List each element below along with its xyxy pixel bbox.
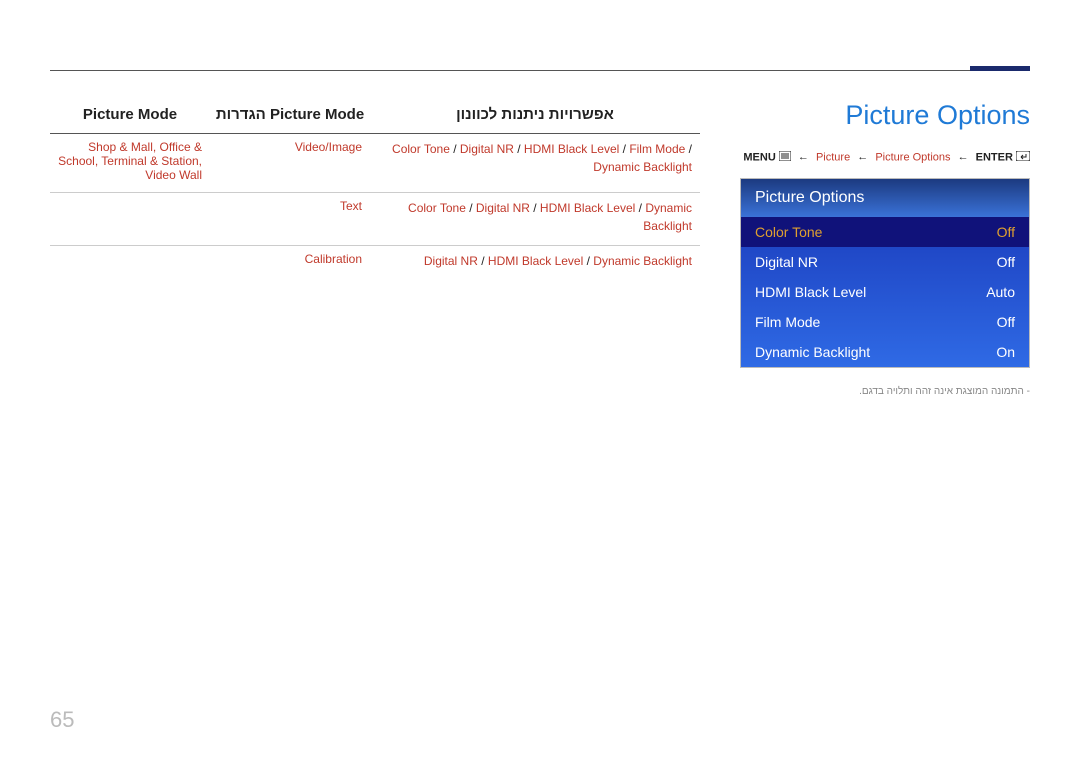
top-rule: [50, 70, 1030, 71]
options-table: Picture Mode הגדרות Picture Mode אפשרויו…: [50, 100, 700, 276]
arrow-icon: ←: [857, 151, 868, 163]
panel-header: Picture Options: [741, 179, 1029, 217]
breadcrumb-picture: Picture: [816, 151, 850, 163]
panel-row-hdmi-black-level[interactable]: HDMI Black Level Auto: [741, 277, 1029, 307]
cell-adjustable: Color Tone / Digital NR / HDMI Black Lev…: [370, 193, 700, 246]
page-title: Picture Options: [740, 100, 1030, 131]
cell-adjustable: Color Tone / Digital NR / HDMI Black Lev…: [370, 134, 700, 193]
left-column: Picture Mode הגדרות Picture Mode אפשרויו…: [50, 100, 700, 397]
option-label: HDMI Black Level: [755, 284, 866, 300]
page: Picture Options MENU ← Picture ← Picture…: [0, 0, 1080, 763]
panel-row-film-mode[interactable]: Film Mode Off: [741, 307, 1029, 337]
option-label: Film Mode: [755, 314, 820, 330]
table-header-row: Picture Mode הגדרות Picture Mode אפשרויו…: [50, 100, 700, 133]
panel-body: Color Tone Off Digital NR Off HDMI Black Lev…: [741, 217, 1029, 367]
breadcrumb-picture-options: Picture Options: [875, 151, 950, 163]
arrow-icon: ←: [798, 151, 809, 163]
panel-row-digital-nr[interactable]: Digital NR Off: [741, 247, 1029, 277]
cell-setting: Text: [210, 193, 370, 246]
cell-picture-mode: [50, 193, 210, 246]
table-row: Shop & Mall, Office & School, Terminal &…: [50, 134, 700, 193]
enter-icon: [1016, 151, 1030, 164]
top-rule-accent: [970, 66, 1030, 71]
col-header-settings: הגדרות Picture Mode: [210, 100, 370, 133]
panel-row-dynamic-backlight[interactable]: Dynamic Backlight On: [741, 337, 1029, 367]
option-value: On: [996, 344, 1015, 360]
footnote: - התמונה המוצגת אינה זהה ותלויה בדגם.: [740, 386, 1030, 397]
option-label: Dynamic Backlight: [755, 344, 870, 360]
option-label: Color Tone: [755, 224, 822, 240]
page-number: 65: [50, 707, 74, 733]
option-value: Off: [997, 254, 1015, 270]
picture-options-panel: Picture Options Color Tone Off Digital NR O…: [740, 178, 1030, 368]
main-content: Picture Options MENU ← Picture ← Picture…: [50, 100, 1030, 397]
right-column: Picture Options MENU ← Picture ← Picture…: [740, 100, 1030, 397]
breadcrumb: MENU ← Picture ← Picture Options ← ENTER: [740, 151, 1030, 164]
table-row: TextColor Tone / Digital NR / HDMI Black…: [50, 193, 700, 246]
cell-picture-mode: Shop & Mall, Office & School, Terminal &…: [50, 134, 210, 193]
option-value: Off: [997, 314, 1015, 330]
option-label: Digital NR: [755, 254, 818, 270]
breadcrumb-enter: ENTER: [976, 151, 1013, 163]
breadcrumb-menu: MENU: [743, 151, 775, 163]
menu-icon: [779, 151, 791, 164]
table-row: CalibrationDigital NR / HDMI Black Level…: [50, 246, 700, 277]
col-header-adjustable: אפשרויות ניתנות לכוונון: [370, 100, 700, 133]
cell-setting: Calibration: [210, 246, 370, 277]
cell-adjustable: Digital NR / HDMI Black Level / Dynamic …: [370, 246, 700, 277]
col-header-picture-mode: Picture Mode: [50, 100, 210, 133]
panel-row-color-tone[interactable]: Color Tone Off: [741, 217, 1029, 247]
arrow-icon: ←: [958, 151, 969, 163]
cell-setting: Video/Image: [210, 134, 370, 193]
cell-picture-mode: [50, 246, 210, 277]
option-value: Off: [997, 224, 1015, 240]
option-value: Auto: [986, 284, 1015, 300]
